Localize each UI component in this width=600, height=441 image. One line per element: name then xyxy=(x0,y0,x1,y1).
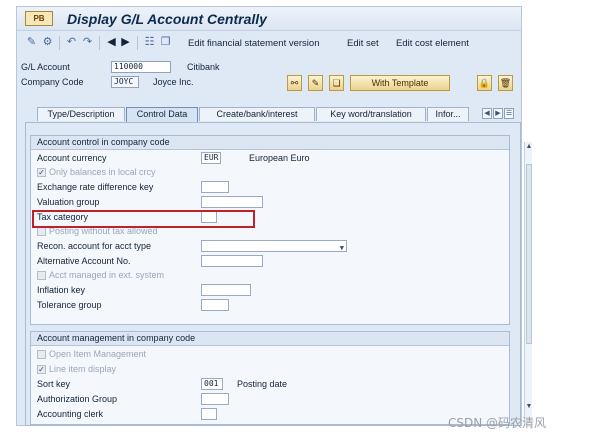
scroll-up-icon[interactable]: ▲ xyxy=(525,142,533,152)
accounting-clerk-label: Accounting clerk xyxy=(37,409,104,419)
account-currency-description: European Euro xyxy=(249,153,310,163)
watermark: CSDN @码农清风 xyxy=(448,416,547,430)
tolerance-group-field[interactable] xyxy=(201,299,229,311)
undo-icon[interactable]: ↶ xyxy=(65,36,78,49)
document-icon[interactable]: ❐ xyxy=(159,36,172,49)
accounting-clerk-field[interactable] xyxy=(201,408,217,420)
sort-key-field[interactable]: 001 xyxy=(201,378,223,390)
tab-create-bank-interest[interactable]: Create/bank/interest xyxy=(199,107,315,121)
delete-icon[interactable]: 🗑 xyxy=(498,75,513,91)
company-code-field[interactable]: JOYC xyxy=(111,76,139,88)
line-item-label: Line item display xyxy=(49,364,117,374)
tax-category-highlight-box xyxy=(32,210,255,228)
sap-window: PB Display G/L Account Centrally ✎ ⚙ ↶ ↷… xyxy=(16,6,532,426)
previous-icon[interactable]: ◀ xyxy=(105,36,118,49)
recon-account-label: Recon. account for acct type xyxy=(37,241,152,251)
account-currency-label: Account currency xyxy=(37,153,107,163)
vertical-scrollbar[interactable]: ▲ ▼ xyxy=(524,142,532,425)
redo-icon[interactable]: ↷ xyxy=(81,36,94,49)
tab-type-description[interactable]: Type/Description xyxy=(37,107,125,121)
inflation-key-field[interactable] xyxy=(201,284,251,296)
edit-pencil-icon[interactable]: ✎ xyxy=(25,36,38,49)
alternative-account-label: Alternative Account No. xyxy=(37,256,131,266)
control-data-panel: Account control in company code Account … xyxy=(25,122,521,426)
gl-account-field[interactable]: 110000 xyxy=(111,61,171,73)
glasses-icon[interactable]: ⚯ xyxy=(287,75,302,91)
display-change-icon[interactable]: ⚙ xyxy=(41,36,54,49)
account-control-group-title: Account control in company code xyxy=(31,136,509,150)
gl-account-label: G/L Account xyxy=(21,62,70,72)
tab-scroll-right-icon[interactable]: ▶ xyxy=(493,108,503,119)
acct-managed-label: Acct managed in ext. system xyxy=(49,270,165,280)
recon-account-dropdown[interactable]: ▼ xyxy=(201,240,347,252)
account-currency-field[interactable]: EUR xyxy=(201,152,221,164)
tolerance-group-label: Tolerance group xyxy=(37,300,102,310)
next-icon[interactable]: ▶ xyxy=(119,36,132,49)
where-used-icon[interactable]: ☷ xyxy=(143,36,156,49)
toolbar: ✎ ⚙ ↶ ↷ ◀ ▶ ☷ ❐ Edit financial statement… xyxy=(17,32,521,54)
sort-key-label: Sort key xyxy=(37,379,71,389)
edit-set-button[interactable]: Edit set xyxy=(347,38,379,49)
authorization-group-label: Authorization Group xyxy=(37,394,118,404)
page-title: Display G/L Account Centrally xyxy=(67,11,267,27)
title-bar: PB Display G/L Account Centrally xyxy=(17,7,521,31)
sort-key-description: Posting date xyxy=(237,379,288,389)
alternative-account-field[interactable] xyxy=(201,255,263,267)
tab-scroll-left-icon[interactable]: ◀ xyxy=(482,108,492,119)
tab-list-icon[interactable]: ☰ xyxy=(504,108,514,119)
scroll-down-icon[interactable]: ▼ xyxy=(525,402,533,412)
authorization-group-field[interactable] xyxy=(201,393,229,405)
inflation-key-label: Inflation key xyxy=(37,285,86,295)
chevron-down-icon: ▼ xyxy=(339,244,344,252)
lock-icon[interactable]: 🔒 xyxy=(477,75,492,91)
with-template-button[interactable]: With Template xyxy=(350,75,450,91)
line-item-checkbox[interactable]: ✓ xyxy=(37,365,46,374)
tab-control-data[interactable]: Control Data xyxy=(126,107,198,122)
gl-account-description: Citibank xyxy=(187,62,220,72)
only-balances-label: Only balances in local crcy xyxy=(49,167,156,177)
exchange-rate-label: Exchange rate difference key xyxy=(37,182,154,192)
only-balances-checkbox[interactable]: ✓ xyxy=(37,168,46,177)
account-control-group: Account control in company code Account … xyxy=(30,135,510,325)
edit-cost-element-button[interactable]: Edit cost element xyxy=(396,38,469,49)
valuation-group-field[interactable] xyxy=(201,196,263,208)
company-code-label: Company Code xyxy=(21,77,84,87)
scroll-thumb[interactable] xyxy=(526,164,532,344)
account-management-group-title: Account management in company code xyxy=(31,332,509,346)
open-item-checkbox[interactable] xyxy=(37,350,46,359)
tab-information[interactable]: Infor... xyxy=(427,107,469,121)
exchange-rate-field[interactable] xyxy=(201,181,229,193)
edit-icon[interactable]: ✎ xyxy=(308,75,323,91)
company-name: Joyce Inc. xyxy=(153,77,194,87)
posting-without-tax-checkbox[interactable] xyxy=(37,227,46,236)
acct-managed-checkbox[interactable] xyxy=(37,271,46,280)
open-item-label: Open Item Management xyxy=(49,349,147,359)
tab-key-word-translation[interactable]: Key word/translation xyxy=(316,107,426,121)
valuation-group-label: Valuation group xyxy=(37,197,100,207)
create-icon[interactable]: ❏ xyxy=(329,75,344,91)
account-management-group: Account management in company code Open … xyxy=(30,331,510,425)
edit-fs-version-button[interactable]: Edit financial statement version xyxy=(188,38,319,49)
app-icon: PB xyxy=(25,11,53,26)
